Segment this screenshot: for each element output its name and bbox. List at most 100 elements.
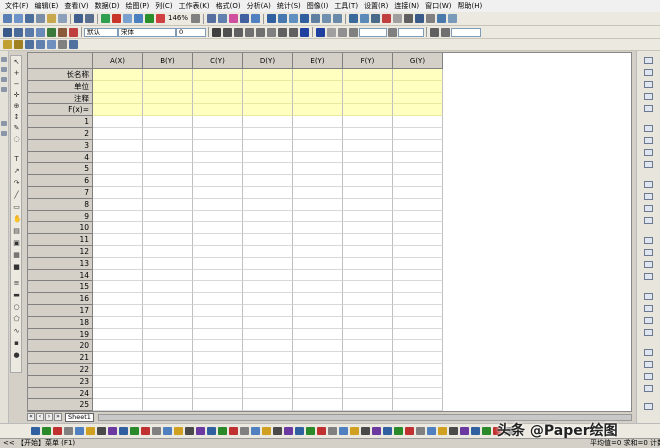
graph-toolbar-icon-2[interactable] — [644, 69, 653, 76]
notes-icon[interactable] — [58, 27, 67, 37]
data-cell[interactable] — [243, 198, 293, 211]
row-number[interactable]: 14 — [28, 269, 93, 282]
data-cell[interactable] — [93, 281, 143, 294]
data-cell[interactable] — [143, 340, 193, 353]
graph-toolbar-icon-13[interactable] — [644, 217, 653, 224]
data-cell[interactable] — [193, 175, 243, 187]
sheet-tab[interactable]: Sheet1 — [65, 412, 94, 422]
data-cell[interactable] — [343, 128, 393, 140]
data-cell[interactable] — [293, 364, 343, 376]
data-cell[interactable] — [393, 364, 443, 376]
plot-type-icon[interactable] — [295, 427, 304, 435]
row-number[interactable]: 6 — [28, 175, 93, 187]
back-icon[interactable] — [3, 40, 12, 49]
data-cell[interactable] — [143, 328, 193, 341]
plot-type-icon[interactable] — [31, 427, 40, 435]
data-cell[interactable] — [93, 246, 143, 258]
worksheet-icon[interactable] — [14, 27, 23, 37]
data-cell[interactable] — [243, 175, 293, 187]
column-y-icon[interactable] — [360, 14, 370, 23]
data-cell[interactable] — [243, 293, 293, 305]
column-header[interactable]: C(Y) — [193, 53, 243, 69]
data-cell[interactable] — [393, 222, 443, 235]
zoom-level[interactable]: 146% — [166, 14, 190, 23]
data-cell[interactable] — [143, 222, 193, 235]
line-tool-icon[interactable]: ╱ — [13, 192, 20, 199]
data-cell[interactable] — [143, 364, 193, 376]
align-icon[interactable] — [441, 27, 450, 37]
data-cell[interactable] — [243, 305, 293, 317]
open-template-icon[interactable] — [58, 14, 67, 23]
plot-type-icon[interactable] — [240, 427, 249, 435]
legend-icon[interactable] — [240, 14, 250, 23]
mask-icon[interactable] — [25, 40, 34, 49]
column-header[interactable]: B(Y) — [143, 53, 193, 69]
data-cell[interactable] — [343, 352, 393, 364]
column-header[interactable]: D(Y) — [243, 53, 293, 69]
hide-mask-icon[interactable] — [58, 40, 67, 49]
graph-toolbar-icon-15[interactable] — [644, 249, 653, 256]
graph-toolbar-icon-25[interactable] — [644, 385, 653, 392]
data-cell[interactable] — [193, 352, 243, 364]
row-number[interactable]: 17 — [28, 305, 93, 317]
data-cell[interactable] — [243, 139, 293, 152]
data-cell[interactable] — [143, 305, 193, 317]
menu-item[interactable]: 工具(T) — [331, 0, 361, 12]
data-cell[interactable] — [293, 340, 343, 353]
data-cell[interactable] — [293, 293, 343, 305]
results-dock-icon[interactable] — [1, 77, 7, 82]
data-cell[interactable] — [93, 316, 143, 329]
graph-toolbar-icon-7[interactable] — [644, 137, 653, 144]
plot-type-icon[interactable] — [339, 427, 348, 435]
hand-tool-icon[interactable]: ✋ — [13, 216, 22, 223]
new-matrix-icon[interactable] — [36, 14, 45, 23]
fill-color-icon[interactable] — [327, 27, 336, 37]
new-workbook-icon[interactable] — [14, 14, 23, 23]
row-number[interactable]: 1 — [28, 116, 93, 128]
menu-item[interactable]: 分析(A) — [244, 0, 274, 12]
plot-type-icon[interactable] — [449, 427, 458, 435]
rectangle-tool-icon[interactable]: ▭ — [13, 204, 20, 211]
menu-item[interactable]: 数据(D) — [92, 0, 123, 12]
save-icon[interactable] — [74, 14, 83, 23]
data-cell[interactable] — [393, 340, 443, 353]
data-cell[interactable] — [393, 234, 443, 246]
data-cell[interactable] — [293, 328, 343, 341]
graph-window-icon[interactable] — [218, 14, 228, 23]
open-icon[interactable] — [47, 14, 56, 23]
menu-item[interactable]: 图像(I) — [304, 0, 332, 12]
data-cell[interactable] — [193, 269, 243, 282]
data-cell[interactable] — [193, 364, 243, 376]
plot-type-icon[interactable] — [229, 427, 238, 435]
plot-type-icon[interactable] — [218, 427, 227, 435]
data-cell[interactable] — [193, 246, 243, 258]
plot-type-icon[interactable] — [317, 427, 326, 435]
data-cell[interactable] — [143, 246, 193, 258]
corner-cell[interactable] — [28, 53, 93, 69]
data-cell[interactable] — [293, 281, 343, 294]
function-icon[interactable] — [47, 27, 56, 37]
meta-cell[interactable] — [293, 92, 343, 105]
zoom-out-icon[interactable]: − — [13, 81, 20, 88]
row-number[interactable]: 5 — [28, 163, 93, 176]
column-z-icon[interactable] — [371, 14, 381, 23]
graph-toolbar-icon-20[interactable] — [644, 317, 653, 324]
plot-type-icon[interactable] — [306, 427, 315, 435]
data-cell[interactable] — [343, 269, 393, 282]
plot-type-icon[interactable] — [405, 427, 414, 435]
meta-row-label[interactable]: 长名称 — [28, 69, 93, 81]
data-cell[interactable] — [143, 198, 193, 211]
data-cell[interactable] — [193, 399, 243, 411]
data-cell[interactable] — [343, 210, 393, 223]
row-number[interactable]: 3 — [28, 139, 93, 152]
error-bar-icon[interactable] — [382, 14, 392, 23]
next-sheet-button[interactable]: › — [45, 413, 53, 421]
data-cell[interactable] — [193, 198, 243, 211]
new-graph-icon[interactable] — [25, 14, 34, 23]
meta-cell[interactable] — [243, 104, 293, 117]
data-cell[interactable] — [393, 187, 443, 199]
plot-type-icon[interactable] — [284, 427, 293, 435]
pattern-icon[interactable] — [338, 27, 347, 37]
graph-toolbar-icon-1[interactable] — [644, 57, 653, 64]
label-icon[interactable] — [393, 14, 403, 23]
